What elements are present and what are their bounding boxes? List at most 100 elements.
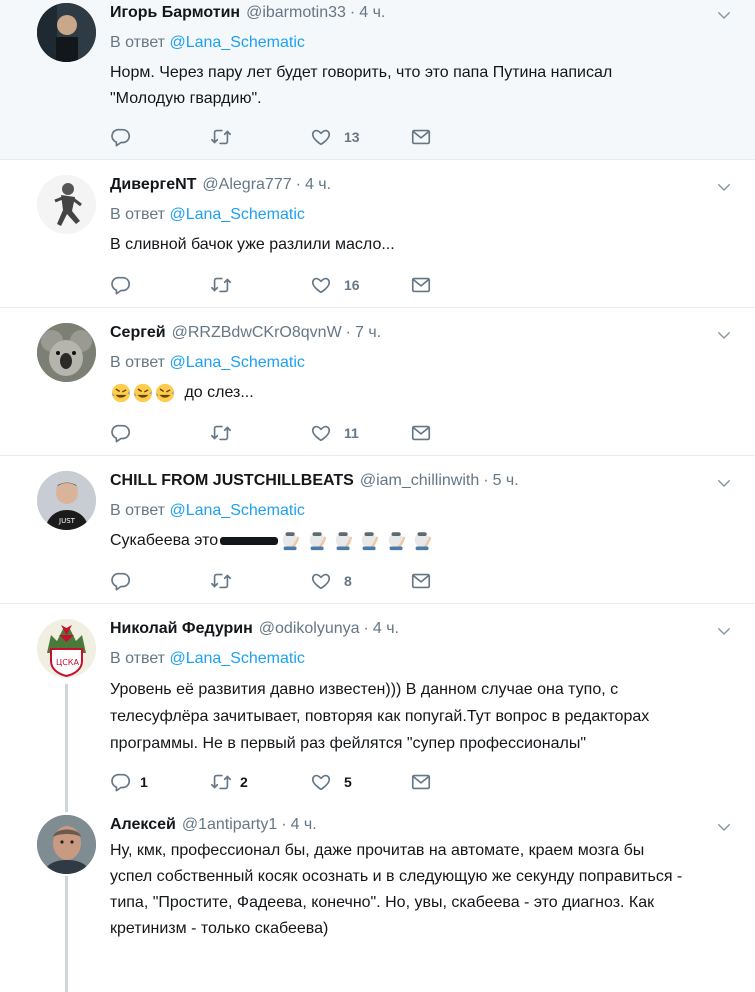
- reply-mention-link[interactable]: @Lana_Schematic: [169, 206, 304, 223]
- reply-icon: [110, 570, 132, 592]
- reply-prefix: В ответ: [110, 502, 166, 519]
- author-handle[interactable]: @1antiparty1: [182, 816, 277, 834]
- like-button[interactable]: 16: [310, 274, 410, 296]
- like-button[interactable]: 13: [310, 126, 410, 148]
- thread-connector-line: [65, 807, 68, 812]
- reply-mention-link[interactable]: @Lana_Schematic: [169, 34, 304, 51]
- reply-button[interactable]: 1: [110, 771, 210, 793]
- facepalm-emoji-icon: [333, 530, 355, 552]
- tweet[interactable]: Алексей @1antiparty1 · 4 ч. Ну, кмк, про…: [0, 807, 755, 992]
- retweet-count: 2: [240, 774, 248, 790]
- author-name[interactable]: ДивергеNT: [110, 176, 196, 194]
- reply-mention-link[interactable]: @Lana_Schematic: [169, 502, 304, 519]
- timestamp[interactable]: 4 ч.: [359, 4, 385, 22]
- tweet-actions: 8: [110, 570, 510, 592]
- timestamp[interactable]: 7 ч.: [355, 324, 381, 342]
- timestamp[interactable]: 5 ч.: [493, 472, 519, 490]
- like-icon: [310, 422, 332, 444]
- separator-dot: ·: [349, 4, 356, 21]
- timestamp[interactable]: 4 ч.: [305, 176, 331, 194]
- caret-down-icon[interactable]: [715, 6, 733, 24]
- direct-message-icon: [410, 570, 432, 592]
- reply-mention-link[interactable]: @Lana_Schematic: [169, 354, 304, 371]
- author-handle[interactable]: @iam_chillinwith: [360, 472, 479, 490]
- reply-button[interactable]: [110, 422, 210, 444]
- tweet[interactable]: Игорь Бармотин @ibarmotin33 · 4 ч. В отв…: [0, 0, 755, 160]
- retweet-button[interactable]: [210, 274, 310, 296]
- reply-context: В ответ @Lana_Schematic: [110, 354, 733, 376]
- like-button[interactable]: 11: [310, 422, 410, 444]
- direct-message-button[interactable]: [410, 126, 510, 148]
- avatar[interactable]: ЦСКА: [37, 619, 96, 678]
- author-name[interactable]: Алексей: [110, 816, 176, 834]
- author-handle[interactable]: @odikolyunya: [259, 620, 360, 638]
- retweet-button[interactable]: [210, 126, 310, 148]
- retweet-button[interactable]: [210, 570, 310, 592]
- retweet-button[interactable]: 2: [210, 771, 310, 793]
- reply-context: В ответ @Lana_Schematic: [110, 502, 733, 524]
- author-handle[interactable]: @Alegra777: [202, 176, 291, 194]
- like-button[interactable]: 5: [310, 771, 410, 793]
- like-count: 8: [344, 573, 352, 589]
- tweet[interactable]: ЦСКА Николай Федурин @odikolyunya · 4 ч.…: [0, 604, 755, 807]
- reply-context: В ответ @Lana_Schematic: [110, 206, 733, 228]
- reply-icon: [110, 422, 132, 444]
- author-name[interactable]: CHILL FROM JUSTCHILLBEATS: [110, 472, 354, 490]
- reply-icon: [110, 274, 132, 296]
- direct-message-button[interactable]: [410, 771, 510, 793]
- like-count: 5: [344, 774, 352, 790]
- timestamp[interactable]: 4 ч.: [291, 816, 317, 834]
- avatar[interactable]: [37, 815, 96, 874]
- tweet-header: ДивергеNT @Alegra777 · 4 ч.: [110, 176, 733, 198]
- tweet-text-line: Уровень её развития давно известен))) В …: [110, 681, 619, 698]
- retweet-icon: [210, 570, 232, 592]
- tweet-text-line: Ну, кмк, профессионал бы, даже прочитав …: [110, 842, 645, 859]
- caret-down-icon[interactable]: [715, 474, 733, 492]
- tweet-actions: 1 2 5: [110, 771, 510, 793]
- thread-connector-line: [65, 684, 68, 807]
- author-name[interactable]: Николай Федурин: [110, 620, 253, 638]
- reply-prefix: В ответ: [110, 354, 166, 371]
- like-count: 13: [344, 129, 360, 145]
- reply-button[interactable]: [110, 570, 210, 592]
- reply-button[interactable]: [110, 274, 210, 296]
- direct-message-icon: [410, 126, 432, 148]
- like-button[interactable]: 8: [310, 570, 410, 592]
- avatar[interactable]: [37, 323, 96, 382]
- tweet[interactable]: ДивергеNT @Alegra777 · 4 ч. В ответ @Lan…: [0, 160, 755, 308]
- tweet[interactable]: Сергей @RRZBdwCKrO8qvnW · 7 ч. В ответ @…: [0, 308, 755, 456]
- tweet-text-line: телесуфлёра зачитывает, повторяя как поп…: [110, 708, 650, 725]
- author-handle[interactable]: @ibarmotin33: [246, 4, 346, 22]
- caret-down-icon[interactable]: [715, 818, 733, 836]
- reply-mention-link[interactable]: @Lana_Schematic: [169, 650, 304, 667]
- caret-down-icon[interactable]: [715, 326, 733, 344]
- redacted-word: [220, 537, 279, 545]
- tweet-text: Норм. Через пару лет будет говорить, что…: [110, 60, 733, 112]
- svg-text:JUST: JUST: [58, 517, 76, 525]
- separator-dot: ·: [345, 324, 351, 341]
- direct-message-icon: [410, 274, 432, 296]
- tweet-text-line: типа, "Простите, Фадеева, конечно". Но, …: [110, 894, 655, 911]
- separator-dot: ·: [295, 176, 301, 193]
- author-handle[interactable]: @RRZBdwCKrO8qvnW: [172, 324, 342, 342]
- avatar[interactable]: [37, 175, 96, 234]
- avatar[interactable]: [37, 3, 96, 62]
- avatar[interactable]: JUST: [37, 471, 96, 530]
- timestamp[interactable]: 4 ч.: [373, 620, 399, 638]
- like-icon: [310, 570, 332, 592]
- author-name[interactable]: Сергей: [110, 324, 166, 342]
- retweet-button[interactable]: [210, 422, 310, 444]
- caret-down-icon[interactable]: [715, 178, 733, 196]
- reply-button[interactable]: [110, 126, 210, 148]
- tweet-actions: 16: [110, 274, 510, 296]
- separator-dot: ·: [281, 816, 287, 833]
- tweet-header: Сергей @RRZBdwCKrO8qvnW · 7 ч.: [110, 324, 733, 346]
- direct-message-button[interactable]: [410, 422, 510, 444]
- tweet[interactable]: JUST CHILL FROM JUSTCHILLBEATS @iam_chil…: [0, 456, 755, 604]
- author-name[interactable]: Игорь Бармотин: [110, 4, 240, 22]
- caret-down-icon[interactable]: [715, 622, 733, 640]
- like-icon: [310, 771, 332, 793]
- reply-prefix: В ответ: [110, 650, 166, 667]
- direct-message-button[interactable]: [410, 570, 510, 592]
- direct-message-button[interactable]: [410, 274, 510, 296]
